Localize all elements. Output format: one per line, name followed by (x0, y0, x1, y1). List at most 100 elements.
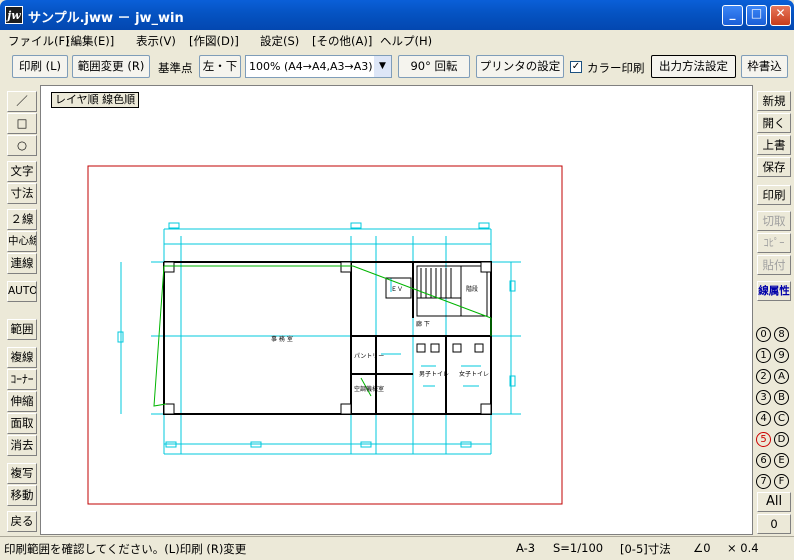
layer-1-label: 1 (756, 348, 771, 363)
color-print-checkbox[interactable]: ✓ (570, 61, 582, 73)
status-dimension-mode[interactable]: [0-5]寸法 (620, 541, 671, 557)
status-bar: 印刷範囲を確認してください。(L)印刷 (R)変更 A-3 S=1/100 [0… (0, 536, 794, 560)
room-label-corridor: 廊 下 (416, 320, 430, 328)
range-change-button[interactable]: 範囲変更 (R) (72, 55, 150, 78)
tool-corner[interactable]: ｺｰﾅｰ (7, 369, 37, 390)
status-message: 印刷範囲を確認してください。(L)印刷 (R)変更 (4, 542, 247, 556)
layer-a-label: A (774, 369, 789, 384)
tool-offset[interactable]: 複線 (7, 347, 37, 368)
save-button[interactable]: 保存 (757, 157, 791, 177)
layer-2-button[interactable]: 2 (755, 366, 772, 386)
layer-0-button[interactable]: 0 (755, 324, 772, 344)
tool-circle[interactable]: ○ (7, 135, 37, 156)
menu-help[interactable]: ヘルプ(H) (380, 33, 432, 49)
tool-dimension[interactable]: 寸法 (7, 183, 37, 204)
tool-extend[interactable]: 伸縮 (7, 391, 37, 412)
new-file-button[interactable]: 新規 (757, 91, 791, 111)
tool-line[interactable]: ／ (7, 91, 37, 112)
tool-text[interactable]: 文字 (7, 161, 37, 182)
tool-continuous-line[interactable]: 連線 (7, 253, 37, 274)
floor-plan-drawing: 事 務 室 ＥＶ 廊 下 パントリー 空調機械室 階段 男子トイレ 女子トイレ (87, 165, 563, 505)
layer-9-label: 9 (774, 348, 789, 363)
room-label-pantry: パントリー (354, 353, 384, 360)
tool-chamfer[interactable]: 面取 (7, 413, 37, 434)
menu-bar: ファイル(F) [編集(E)] 表示(V) [作図(D)] 設定(S) [その他… (0, 30, 794, 50)
drawing-canvas[interactable]: レイヤ順 線色順 事 務 室 ＥＶ 廊 下 パントリー 空調機械室 階段 男子ト… (40, 85, 753, 535)
status-paper-size[interactable]: A-3 (516, 541, 535, 555)
print-button[interactable]: 印刷 (L) (12, 55, 68, 78)
layer-f-button[interactable]: F (773, 471, 790, 491)
status-angle[interactable]: ∠0 (693, 541, 711, 555)
right-tool-panel: 新規 開く 上書 保存 印刷 切取 ｺﾋﾟｰ 貼付 線属性 0 8 1 9 2 … (754, 85, 794, 535)
layer-c-button[interactable]: C (773, 408, 790, 428)
layer-4-button[interactable]: 4 (755, 408, 772, 428)
layer-8-label: 8 (774, 327, 789, 342)
base-point-label: 基準点 (158, 61, 193, 75)
layer-1-button[interactable]: 1 (755, 345, 772, 365)
open-file-button[interactable]: 開く (757, 113, 791, 133)
left-tool-panel: ／ □ ○ 文字 寸法 ２線 中心線 連線 AUTO 範囲 複線 ｺｰﾅｰ 伸縮… (0, 85, 40, 535)
chevron-down-icon[interactable]: ▼ (374, 56, 391, 77)
scale-select-value: 100% (A4→A4,A3→A3) (249, 60, 373, 73)
layer-7-button[interactable]: 7 (755, 471, 772, 491)
line-attribute-button[interactable]: 線属性 (757, 281, 791, 301)
copy-button[interactable]: ｺﾋﾟｰ (757, 233, 791, 253)
output-settings-button[interactable]: 出力方法設定 (651, 55, 736, 78)
menu-draw[interactable]: [作図(D)] (189, 33, 239, 49)
layer-all-button[interactable]: All (757, 492, 791, 512)
paste-button[interactable]: 貼付 (757, 255, 791, 275)
minimize-button[interactable]: _ (722, 5, 743, 26)
print-file-button[interactable]: 印刷 (757, 185, 791, 205)
maximize-button[interactable]: □ (746, 5, 767, 26)
layer-e-label: E (774, 453, 789, 468)
layer-b-label: B (774, 390, 789, 405)
layer-7-label: 7 (756, 474, 771, 489)
cut-button[interactable]: 切取 (757, 211, 791, 231)
menu-edit[interactable]: [編集(E)] (66, 33, 114, 49)
print-toolbar: 印刷 (L) 範囲変更 (R) 基準点 左・下 100% (A4→A4,A3→A… (0, 52, 794, 82)
printer-settings-button[interactable]: プリンタの設定 (476, 55, 564, 78)
layer-4-label: 4 (756, 411, 771, 426)
menu-other[interactable]: [その他(A)] (312, 33, 372, 49)
layer-8-button[interactable]: 8 (773, 324, 790, 344)
status-factor[interactable]: × 0.4 (727, 541, 759, 555)
menu-settings[interactable]: 設定(S) (260, 33, 299, 49)
layer-9-button[interactable]: 9 (773, 345, 790, 365)
layer-5-button[interactable]: 5 (755, 429, 772, 449)
tool-move[interactable]: 移動 (7, 485, 37, 506)
layer-d-button[interactable]: D (773, 429, 790, 449)
stairs-and-ev (163, 261, 492, 415)
tool-auto[interactable]: AUTO (7, 281, 37, 302)
tool-copy[interactable]: 複写 (7, 463, 37, 484)
tool-erase[interactable]: 消去 (7, 435, 37, 456)
layer-a-button[interactable]: A (773, 366, 790, 386)
menu-view[interactable]: 表示(V) (136, 33, 176, 49)
status-scale[interactable]: S=1/100 (553, 541, 603, 555)
dimension-lines (117, 222, 521, 455)
layer-5-label: 5 (756, 432, 771, 447)
layer-b-button[interactable]: B (773, 387, 790, 407)
layer-3-button[interactable]: 3 (755, 387, 772, 407)
room-label-ev: ＥＶ (391, 286, 403, 293)
close-button[interactable]: ✕ (770, 5, 791, 26)
tool-undo[interactable]: 戻る (7, 511, 37, 532)
layer-zero-button[interactable]: 0 (757, 514, 791, 534)
layer-6-label: 6 (756, 453, 771, 468)
rotate-90-button[interactable]: 90° 回転 (398, 55, 470, 78)
tool-center-line[interactable]: 中心線 (7, 231, 37, 252)
title-bar[interactable]: jw サンプル.jww － jw_win _ □ ✕ (0, 0, 794, 30)
scale-select[interactable]: 100% (A4→A4,A3→A3) ▼ (245, 55, 392, 78)
frame-write-button[interactable]: 枠書込 (741, 55, 788, 78)
base-point-button[interactable]: 左・下 (199, 55, 241, 78)
layer-d-label: D (774, 432, 789, 447)
tool-rectangle[interactable]: □ (7, 113, 37, 134)
layer-c-label: C (774, 411, 789, 426)
tool-range[interactable]: 範囲 (7, 319, 37, 340)
tool-double-line[interactable]: ２線 (7, 209, 37, 230)
layer-6-button[interactable]: 6 (755, 450, 772, 470)
overwrite-save-button[interactable]: 上書 (757, 135, 791, 155)
layer-e-button[interactable]: E (773, 450, 790, 470)
jw-app-icon: jw (5, 6, 23, 24)
menu-file[interactable]: ファイル(F) (8, 33, 70, 49)
room-label-mech-room: 空調機械室 (354, 385, 384, 393)
